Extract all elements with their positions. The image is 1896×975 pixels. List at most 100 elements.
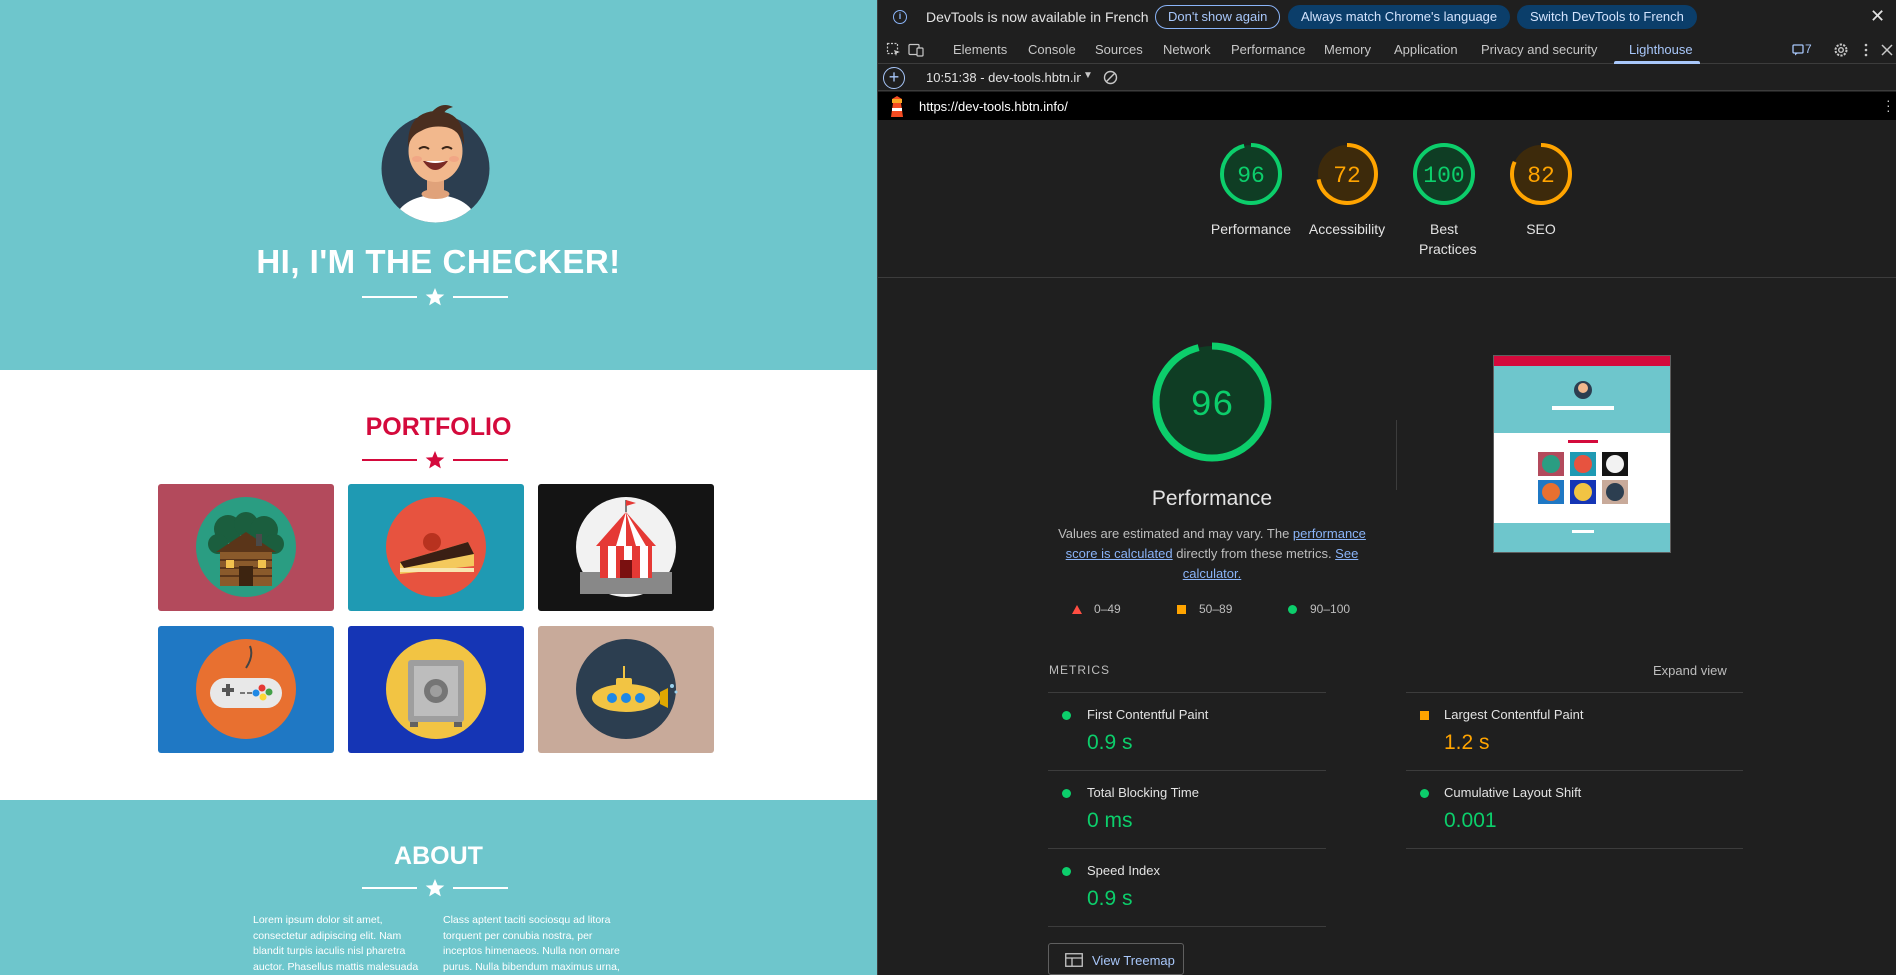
view-treemap-button[interactable]: View Treemap [1048,943,1184,975]
new-report-button[interactable]: + [883,67,905,89]
tab-network[interactable]: Network [1163,42,1211,57]
legend-average-range: 50–89 [1199,602,1233,616]
vertical-divider [1396,420,1397,490]
metrics-heading: METRICS [1049,663,1110,677]
dont-show-again-button[interactable]: Don't show again [1155,5,1281,29]
gauge-label-accessibility[interactable]: Accessibility [1292,219,1402,239]
website-viewport: HI, I'M THE CHECKER! PORTFOLIO ABOUT Lor… [0,0,877,975]
gauge-label-performance[interactable]: Performance [1196,219,1306,239]
star-icon [425,288,445,306]
desc-text-1: Values are estimated and may vary. The [1058,526,1293,541]
portfolio-tile-cabin[interactable] [158,484,334,611]
metrics-row-divider [1048,926,1326,927]
metric-name-cls: Cumulative Layout Shift [1444,785,1582,800]
status-average-square [1420,711,1429,720]
more-options-icon[interactable] [1858,42,1874,58]
inspect-element-icon[interactable] [886,42,902,58]
chevron-down-icon[interactable]: ▼ [1083,70,1093,81]
gauge-best-practices-value: 100 [1423,163,1464,189]
submarine-icon [576,639,678,739]
about-divider [362,878,508,898]
portfolio-tile-circus[interactable] [538,484,714,611]
section-divider [878,277,1896,278]
tab-privacy-security[interactable]: Privacy and security [1481,42,1597,57]
portfolio-tile-cake[interactable] [348,484,524,611]
metrics-row-divider [1048,770,1326,771]
star-icon [425,451,445,469]
metric-name-fcp: First Contentful Paint [1087,707,1209,722]
portfolio-tile-safe[interactable] [348,626,524,753]
close-devtools-icon[interactable] [1879,42,1895,58]
star-icon [425,879,445,897]
issues-icon[interactable] [1792,44,1804,56]
metrics-row-divider [1048,692,1326,693]
portfolio-title: PORTFOLIO [365,413,512,441]
legend-pass-range: 90–100 [1310,602,1351,616]
report-url[interactable]: https://dev-tools.hbtn.info/ [919,99,1068,114]
page-screenshot-thumbnail[interactable] [1493,355,1671,553]
metric-value-si: 0.9 s [1087,887,1133,910]
expand-view-toggle[interactable]: Expand view [1653,663,1727,678]
lighthouse-logo-icon [891,96,903,117]
triangle-icon [1072,605,1082,614]
legend-fail: 0–49 [1072,602,1121,616]
report-select[interactable]: 10:51:38 - dev-tools.hbtn.info [926,70,1081,85]
metrics-row-divider [1406,770,1743,771]
device-toolbar-icon[interactable] [908,42,924,58]
hero-title: HI, I'M THE CHECKER! [256,243,621,280]
metrics-row-divider [1406,848,1743,849]
cabin-icon [196,497,296,597]
about-text-right: Class aptent taciti sociosqu ad litora t… [443,914,620,973]
language-infobar: i DevTools is now available in French Do… [878,0,1896,34]
tab-sources[interactable]: Sources [1095,42,1143,57]
info-icon: i [893,10,907,24]
gauge-seo[interactable]: 82 [1508,141,1574,207]
gauge-best-practices[interactable]: 100 [1411,141,1477,207]
metric-name-lcp: Largest Contentful Paint [1444,707,1584,722]
metrics-row-divider [1406,692,1743,693]
tab-memory[interactable]: Memory [1324,42,1371,57]
portfolio-tile-submarine[interactable] [538,626,714,753]
game-controller-icon [196,639,296,739]
avatar [381,105,490,223]
report-menu-icon[interactable]: · · · [1886,93,1891,117]
status-pass-dot [1062,867,1071,876]
view-treemap-label: View Treemap [1092,953,1175,968]
infobar-message: DevTools is now available in French [926,9,1149,25]
status-pass-dot [1420,789,1429,798]
metric-value-cls: 0.001 [1444,809,1497,832]
metric-name-si: Speed Index [1087,863,1161,878]
performance-gauge-large: 96 [1152,342,1272,462]
always-match-language-button[interactable]: Always match Chrome's language [1288,5,1511,29]
status-pass-dot [1062,711,1071,720]
devtools-panel: i DevTools is now available in French Do… [877,0,1896,975]
portfolio-tile-controller[interactable] [158,626,334,753]
tab-application[interactable]: Application [1394,42,1458,57]
report-url-bar: https://dev-tools.hbtn.info/ · · · [878,92,1896,120]
screenshot-thumbnail-image [1494,356,1670,552]
legend-pass: 90–100 [1288,602,1350,616]
portfolio-section: PORTFOLIO [0,370,877,800]
legend-fail-range: 0–49 [1094,602,1121,616]
switch-to-french-button[interactable]: Switch DevTools to French [1517,5,1697,29]
tab-console[interactable]: Console [1028,42,1076,57]
gauge-performance-value: 96 [1237,163,1265,189]
clear-reports-icon[interactable] [1103,70,1118,85]
square-icon [1177,605,1186,614]
performance-score-large: 96 [1190,385,1233,426]
tab-lighthouse[interactable]: Lighthouse [1629,42,1693,57]
gauge-accessibility[interactable]: 72 [1314,141,1380,207]
gauge-label-seo[interactable]: SEO [1486,219,1596,239]
gauge-seo-value: 82 [1527,163,1555,189]
hero-section: HI, I'M THE CHECKER! [0,0,877,370]
metric-name-tbt: Total Blocking Time [1087,785,1199,800]
close-icon[interactable]: ✕ [1870,6,1885,27]
gauge-accessibility-value: 72 [1333,163,1361,189]
gear-icon[interactable] [1833,42,1849,58]
tab-performance[interactable]: Performance [1231,42,1305,57]
hero-divider [362,287,508,307]
gauge-label-best-practices[interactable]: Best Practices [1389,219,1499,259]
tab-elements[interactable]: Elements [953,42,1007,57]
issues-count[interactable]: 7 [1805,42,1812,56]
gauge-performance[interactable]: 96 [1218,141,1284,207]
